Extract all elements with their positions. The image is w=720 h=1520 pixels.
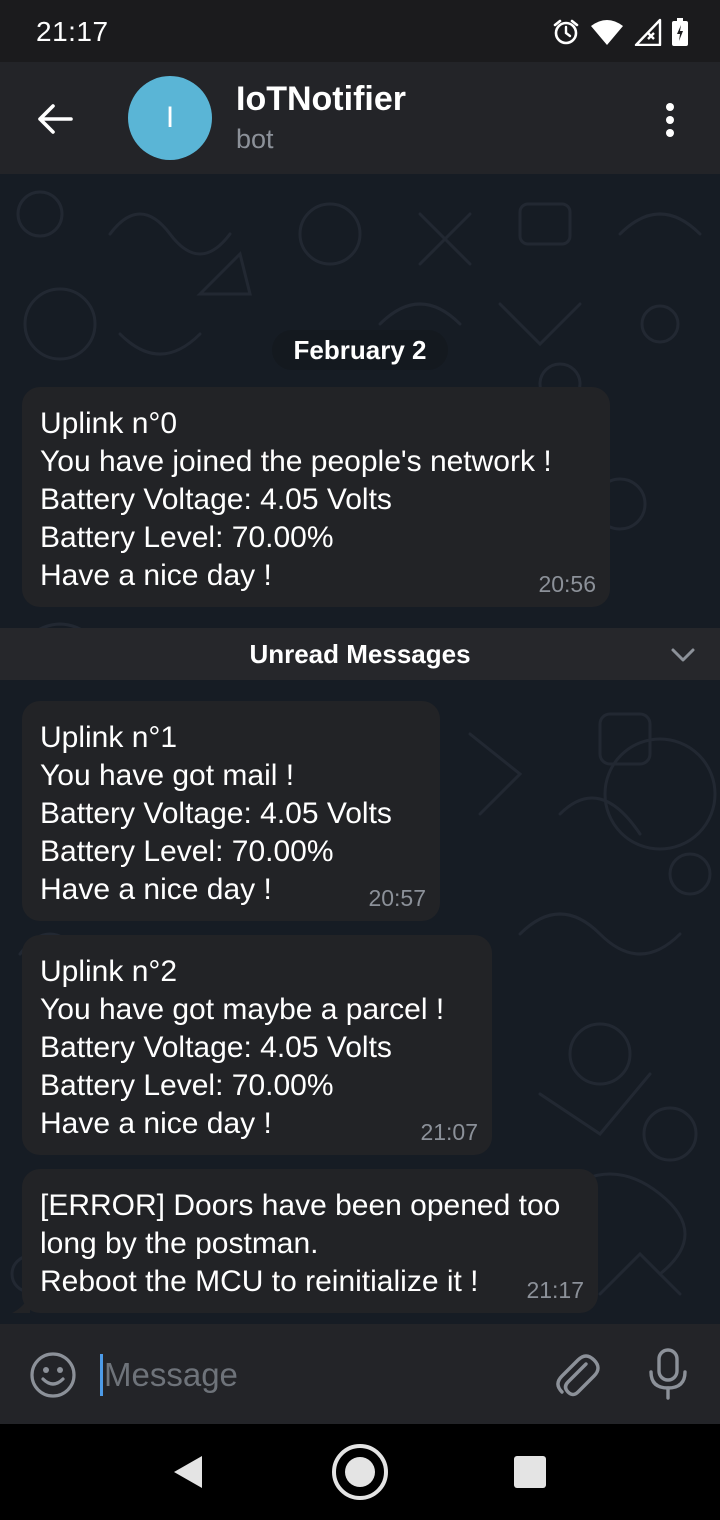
text-caret [100,1354,103,1396]
chat-subtitle: bot [236,124,274,154]
date-chip: February 2 [272,330,448,370]
telegram-chat-screen: 21:17 I IoTNotifier bot February 2 Uplin… [0,0,720,1520]
bubble-tail [12,1295,30,1313]
message-line: long by the postman. [40,1227,319,1260]
avatar[interactable]: I [128,76,212,160]
message-line: Have a nice day ! [40,1107,272,1140]
wifi-icon [591,20,623,45]
nav-back-icon[interactable] [168,1452,208,1492]
unread-messages-divider: Unread Messages [0,628,720,680]
nav-recents-icon[interactable] [514,1456,546,1488]
message-line: [ERROR] Doors have been opened too [40,1189,561,1222]
message-line: Battery Voltage: 4.05 Volts [40,483,392,516]
message-line: Battery Level: 70.00% [40,521,334,554]
system-navigation-bar [0,1424,720,1520]
paperclip-icon[interactable] [550,1348,602,1400]
status-bar: 21:17 [0,0,720,62]
message-line: Have a nice day ! [40,559,272,592]
message-line: Have a nice day ! [40,873,272,906]
message-time: 21:17 [526,1277,584,1303]
chat-header: I IoTNotifier bot [0,62,720,174]
status-time: 21:17 [36,16,109,47]
chevron-down-icon[interactable] [668,640,698,670]
alarm-icon [553,19,579,45]
status-icons [552,16,688,48]
arrow-left-icon [38,104,73,134]
microphone-icon[interactable] [642,1346,694,1402]
battery-icon [672,18,688,46]
message-line: You have got mail ! [40,759,295,792]
message-line: Uplink n°0 [40,407,178,440]
message-bubble[interactable]: Uplink n°0 You have joined the people's … [22,387,610,607]
message-line: Battery Level: 70.00% [40,835,334,868]
message-time: 20:56 [538,571,596,597]
more-vertical-icon [666,103,674,137]
message-line: Battery Voltage: 4.05 Volts [40,1031,392,1064]
chat-title[interactable]: IoTNotifier [236,80,406,119]
message-input-bar [0,1324,720,1424]
message-time: 20:57 [368,885,426,911]
message-line: You have joined the people's network ! [40,445,552,478]
back-button[interactable] [26,90,84,148]
message-input[interactable] [104,1350,524,1400]
message-time: 21:07 [420,1119,478,1145]
message-bubble[interactable]: Uplink n°2 You have got maybe a parcel !… [22,935,492,1155]
chat-area[interactable]: February 2 Uplink n°0 You have joined th… [0,174,720,1324]
message-bubble[interactable]: Uplink n°1 You have got mail ! Battery V… [22,701,440,921]
message-line: Uplink n°1 [40,721,178,754]
message-line: Battery Level: 70.00% [40,1069,334,1102]
emoji-icon[interactable] [28,1350,78,1400]
message-line: Reboot the MCU to reinitialize it ! [40,1265,479,1298]
more-options-button[interactable] [642,92,698,148]
signal-icon [634,18,662,46]
message-line: Battery Voltage: 4.05 Volts [40,797,392,830]
nav-home-icon[interactable] [330,1442,390,1502]
unread-label: Unread Messages [249,639,471,669]
message-bubble[interactable]: [ERROR] Doors have been opened too long … [12,1169,598,1313]
message-line: Uplink n°2 [40,955,178,988]
message-line: You have got maybe a parcel ! [40,993,445,1026]
